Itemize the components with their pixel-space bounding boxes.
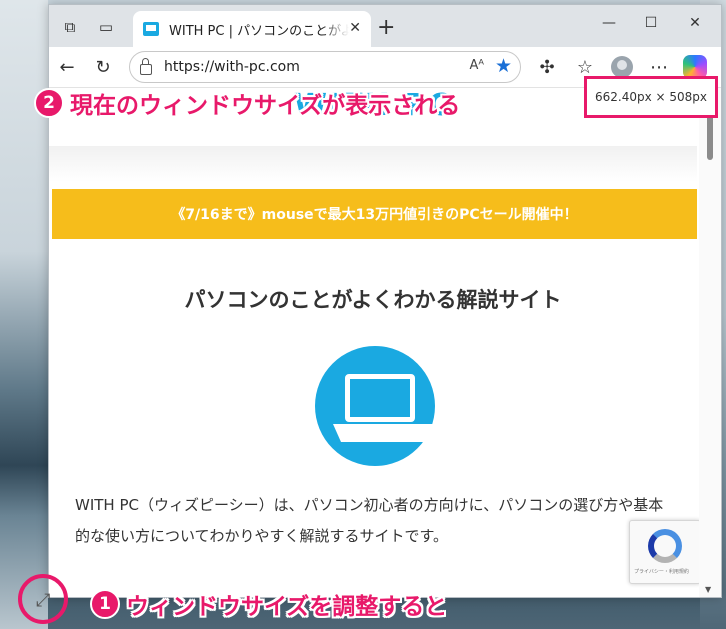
address-bar[interactable]: https://with-pc.com Aᴬ ★ (129, 51, 521, 83)
resize-arrow-icon[interactable]: ⤢ (36, 590, 50, 611)
callout-1-number: 1 (90, 589, 120, 619)
site-title: パソコンのことがよくわかる解説サイト (184, 288, 562, 312)
tab-title: WITH PC | パソコンのことがよくわかる解説サイト (169, 23, 349, 39)
favorite-star-icon[interactable]: ★ (495, 55, 512, 77)
scroll-down-icon[interactable]: ▼ (705, 585, 711, 594)
title-bar: ⧉ ▭ WITH PC | パソコンのことがよくわかる解説サイト ✕ + — ☐… (49, 5, 721, 47)
callout-1-text: ウィンドウサイズを調整すると (126, 594, 448, 620)
site-description: WITH PC（ウィズピーシー）は、パソコン初心者の方向けに、パソコンの選び方や… (75, 496, 664, 545)
close-window-button[interactable]: ✕ (673, 15, 717, 31)
callout-2-text: 現在のウィンドウサイズが表示される (70, 93, 461, 119)
close-tab-icon[interactable]: ✕ (349, 20, 361, 36)
maximize-button[interactable]: ☐ (629, 15, 673, 31)
profile-avatar[interactable] (611, 56, 633, 78)
page-content: WITH PC 《7/16まで》mouseで最大13万円値引きのPCセール開催中… (49, 88, 721, 597)
recaptcha-badge[interactable]: プライバシー・利用規約 (629, 520, 701, 584)
extensions-icon[interactable]: ✣ (535, 55, 559, 79)
header-divider (49, 146, 697, 182)
vertical-tabs-icon[interactable]: ▭ (93, 14, 119, 40)
refresh-icon[interactable]: ↻ (91, 55, 115, 79)
read-aloud-icon[interactable]: Aᴬ (470, 58, 485, 73)
recaptcha-text[interactable]: プライバシー・利用規約 (634, 568, 689, 575)
site-favicon-icon (143, 22, 159, 36)
url-text[interactable]: https://with-pc.com (164, 59, 300, 75)
recaptcha-icon (648, 529, 682, 563)
new-tab-button[interactable]: + (377, 15, 395, 40)
back-icon[interactable]: ← (55, 55, 79, 79)
workspaces-icon[interactable]: ⧉ (57, 14, 83, 40)
minimize-button[interactable]: — (587, 15, 631, 31)
window-size-readout: 662.40px × 508px (584, 76, 718, 118)
laptop-icon (315, 346, 435, 466)
tab-with-pc[interactable]: WITH PC | パソコンのことがよくわかる解説サイト ✕ (133, 11, 371, 47)
callout-2: 2 現在のウィンドウサイズが表示される (34, 86, 460, 120)
lock-icon[interactable] (140, 57, 152, 75)
sale-banner[interactable]: 《7/16まで》mouseで最大13万円値引きのPCセール開催中！ (52, 189, 697, 239)
scrollbar[interactable]: ▲ ▼ (699, 88, 721, 597)
callout-2-number: 2 (34, 88, 64, 118)
scroll-thumb[interactable] (707, 112, 713, 160)
callout-1: 1 ウィンドウサイズを調整すると (90, 587, 447, 621)
